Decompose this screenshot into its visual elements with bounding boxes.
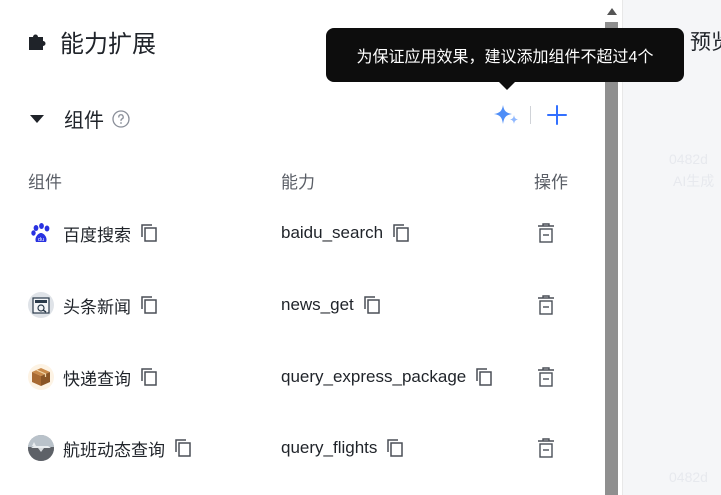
- copy-icon[interactable]: [139, 295, 159, 315]
- table-row: 快递查询 query_express_package: [0, 357, 605, 397]
- delete-icon[interactable]: [537, 223, 555, 243]
- caret-down-icon[interactable]: [30, 114, 44, 123]
- puzzle-icon: [29, 34, 46, 50]
- ability-name: news_get: [281, 295, 354, 314]
- component-group-toggle[interactable]: 组件: [30, 104, 130, 133]
- copy-icon[interactable]: [474, 367, 494, 387]
- newspaper-icon: [28, 292, 54, 318]
- watermark-text: AI生成: [673, 173, 715, 189]
- watermark-text: 0482d: [669, 151, 708, 167]
- component-cell: 航班动态查询: [28, 428, 193, 468]
- copy-icon[interactable]: [139, 223, 159, 243]
- column-header-operation: 操作: [534, 173, 568, 192]
- column-header-component: 组件: [28, 173, 62, 192]
- component-name: 百度搜索: [63, 225, 131, 245]
- ability-name: baidu_search: [281, 223, 384, 242]
- component-cell: 头条新闻: [28, 285, 159, 325]
- copy-icon[interactable]: [173, 438, 193, 458]
- scrollbar-thumb[interactable]: [605, 22, 618, 495]
- component-cell: du 百度搜索: [28, 213, 159, 253]
- plus-icon[interactable]: [546, 104, 568, 126]
- component-name: 航班动态查询: [63, 440, 165, 460]
- delete-icon[interactable]: [537, 295, 555, 315]
- tooltip-text: 为保证应用效果，建议添加组件不超过4个: [356, 49, 654, 66]
- delete-icon[interactable]: [537, 438, 555, 458]
- table-row: 航班动态查询 query_flights: [0, 428, 605, 468]
- copy-icon[interactable]: [385, 438, 405, 458]
- copy-icon[interactable]: [362, 295, 382, 315]
- preview-title: 预览: [690, 31, 721, 54]
- svg-text:du: du: [38, 237, 44, 243]
- ability-name: query_flights: [281, 438, 378, 457]
- question-circle-icon[interactable]: [112, 109, 130, 128]
- component-cell: 快递查询: [28, 357, 159, 397]
- delete-icon[interactable]: [537, 367, 555, 387]
- package-box-icon: [28, 364, 54, 390]
- ability-cell: query_express_package: [281, 357, 494, 397]
- ability-cell: baidu_search: [281, 213, 411, 253]
- watermark-text: 0482d: [669, 469, 708, 485]
- scroll-up-arrow-icon[interactable]: [607, 8, 617, 15]
- group-label: 组件: [64, 110, 104, 132]
- tooltip: 为保证应用效果，建议添加组件不超过4个: [326, 28, 684, 82]
- action-divider: [530, 106, 531, 124]
- panel-header: 能力扩展: [26, 24, 156, 59]
- airplane-photo-icon: [28, 435, 54, 461]
- ability-cell: query_flights: [281, 428, 405, 468]
- column-header-ability: 能力: [281, 173, 315, 192]
- ability-name: query_express_package: [281, 367, 467, 386]
- ability-cell: news_get: [281, 285, 382, 325]
- table-row: du 百度搜索 baidu_search: [0, 213, 605, 253]
- copy-icon[interactable]: [391, 223, 411, 243]
- copy-icon[interactable]: [139, 367, 159, 387]
- sparkle-ai-icon[interactable]: [493, 104, 519, 126]
- tooltip-arrow: [498, 81, 516, 90]
- component-name: 头条新闻: [63, 297, 131, 317]
- panel-title: 能力扩展: [60, 31, 156, 58]
- baidu-paw-icon: du: [28, 220, 54, 246]
- component-name: 快递查询: [63, 369, 131, 389]
- table-row: 头条新闻 news_get: [0, 285, 605, 325]
